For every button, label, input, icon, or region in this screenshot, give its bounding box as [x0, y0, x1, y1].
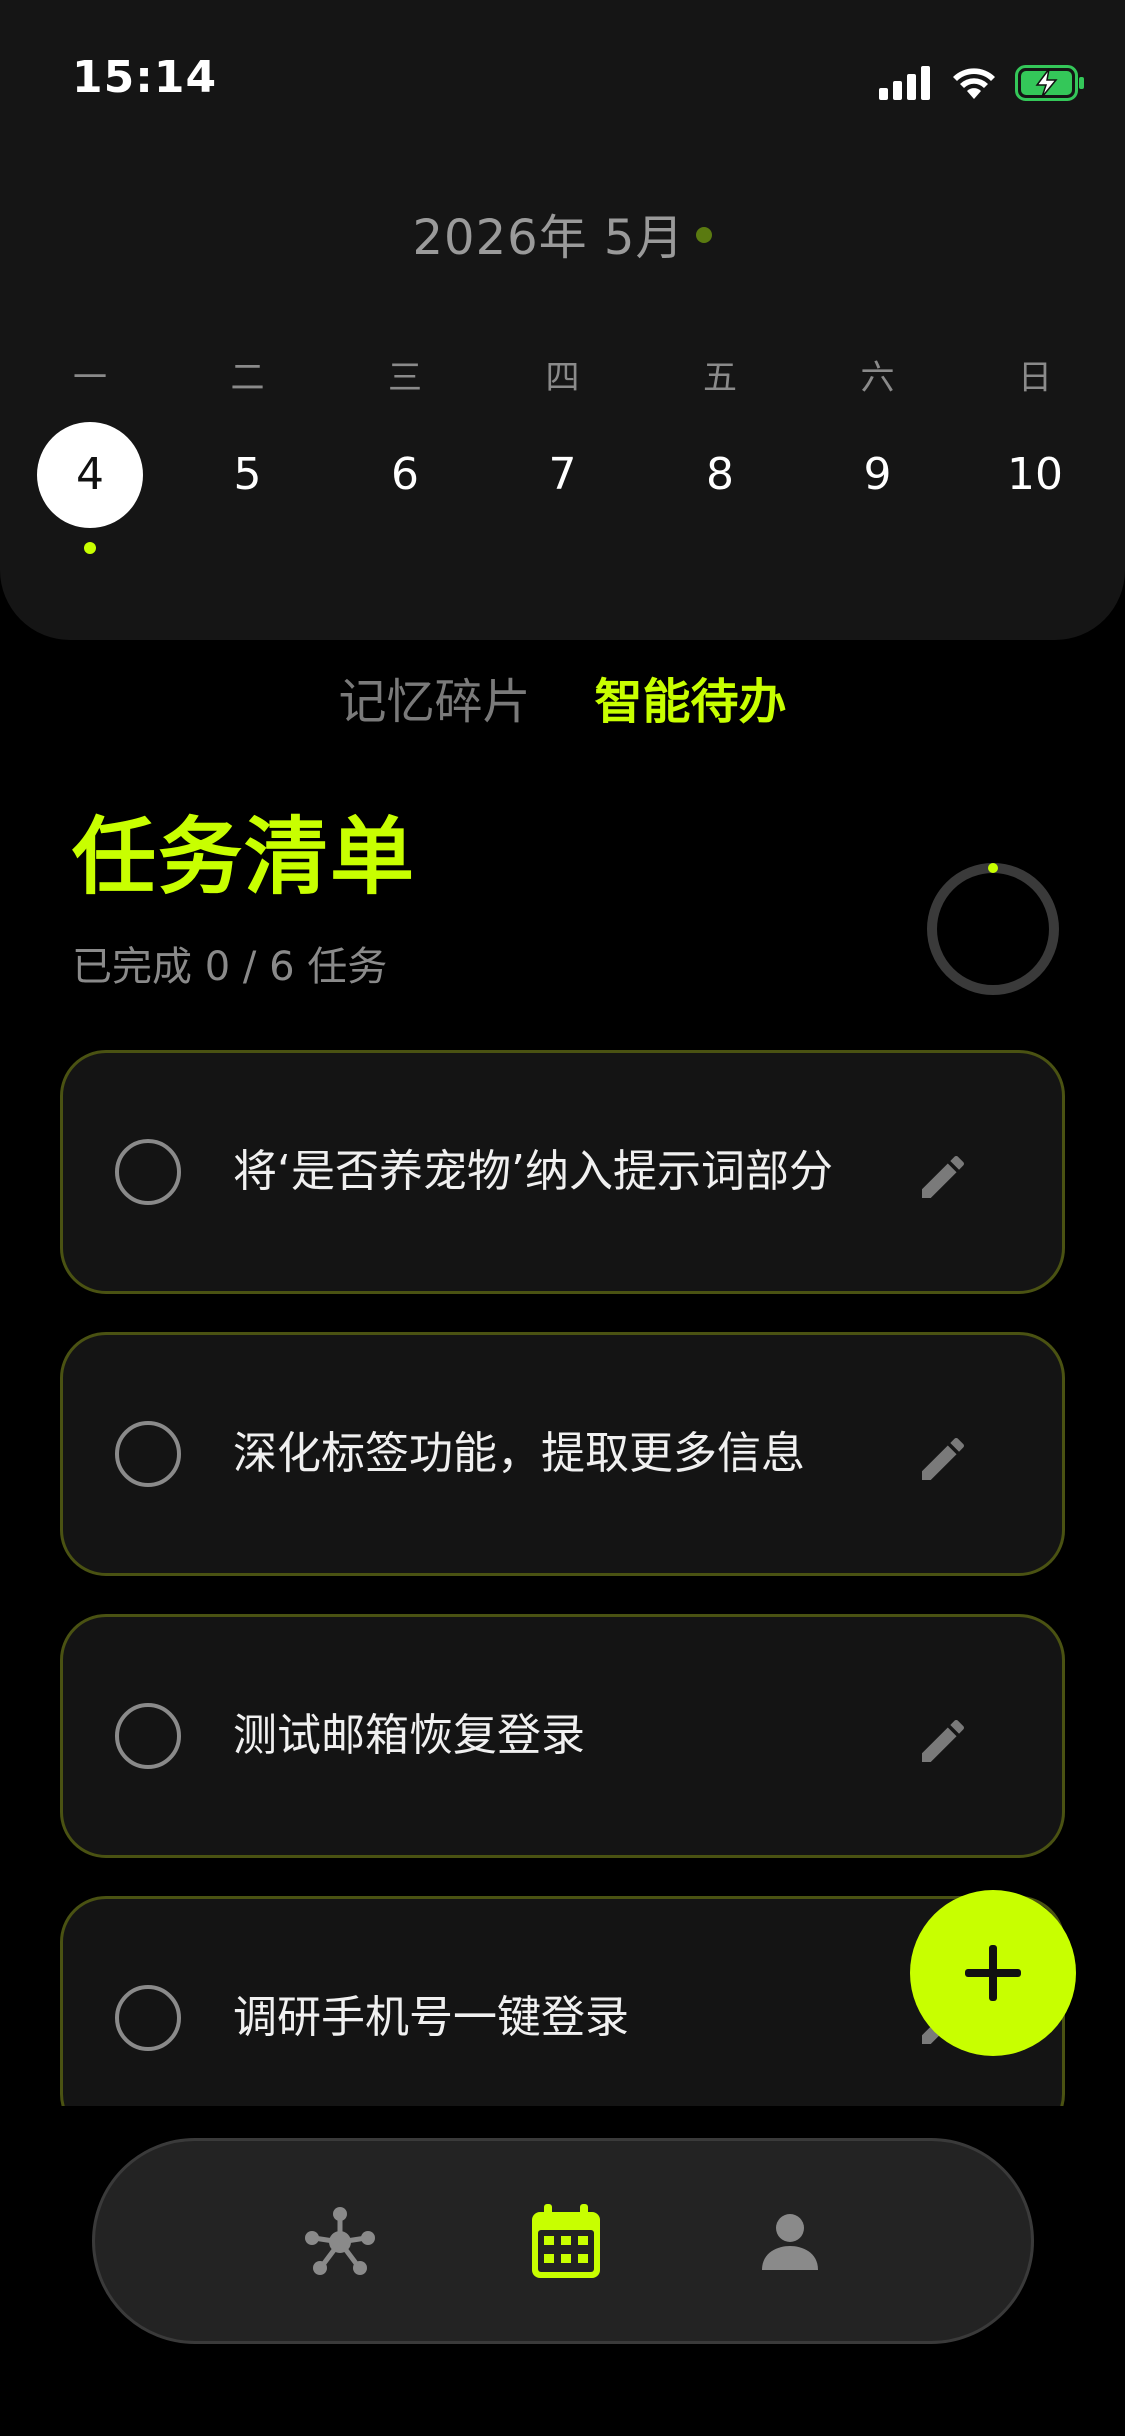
day-number: 7 — [548, 449, 577, 500]
network-icon — [305, 2207, 375, 2275]
task-text: 将‘是否养宠物’纳入提示词部分 — [233, 1146, 833, 1197]
edit-pencil-icon[interactable] — [915, 1149, 971, 1205]
today-dot — [84, 542, 96, 554]
day-number: 10 — [1007, 449, 1063, 500]
edit-pencil-icon[interactable] — [915, 1431, 971, 1487]
edit-pencil-icon[interactable] — [915, 1713, 971, 1769]
task-checkbox[interactable] — [115, 1421, 181, 1487]
weekday-label: 日 — [1018, 358, 1052, 398]
weekday-label: 四 — [545, 358, 580, 398]
status-icons — [879, 58, 1085, 108]
day-cell[interactable]: 5 — [178, 422, 318, 532]
day-cell[interactable]: 8 — [650, 422, 790, 532]
task-card[interactable]: 深化标签功能，提取更多信息 — [60, 1332, 1065, 1576]
task-text: 调研手机号一键登录 — [233, 1992, 629, 2043]
plus-icon — [965, 1945, 1021, 2001]
task-text: 测试邮箱恢复登录 — [233, 1710, 585, 1761]
bottom-nav — [92, 2138, 1034, 2344]
task-progress-text: 已完成 0 / 6 任务 — [72, 944, 388, 990]
tab-smart-todo[interactable]: 智能待办 — [595, 662, 787, 732]
day-row: 4 5 6 7 8 9 10 — [20, 422, 1105, 554]
wifi-icon — [953, 68, 995, 99]
task-checkbox[interactable] — [115, 1139, 181, 1205]
day-cell[interactable]: 7 — [493, 422, 633, 532]
day-number: 8 — [706, 449, 734, 500]
add-task-button[interactable] — [910, 1890, 1076, 2056]
day-number: 9 — [863, 449, 892, 500]
weekday-label: 一 — [73, 358, 107, 398]
weekday-label: 二 — [230, 358, 265, 398]
weekday-label: 三 — [388, 358, 422, 398]
status-time: 15:14 — [72, 52, 218, 103]
day-cell[interactable]: 9 — [808, 422, 948, 532]
person-icon — [762, 2214, 818, 2270]
day-cell[interactable]: 6 — [335, 422, 475, 532]
nav-item-profile[interactable] — [745, 2197, 835, 2287]
progress-ring — [927, 863, 1059, 995]
task-checkbox[interactable] — [115, 1703, 181, 1769]
content-tabs: 记忆碎片 智能待办 — [0, 662, 1125, 732]
task-card[interactable]: 将‘是否养宠物’纳入提示词部分 — [60, 1050, 1065, 1294]
weekday-label: 五 — [703, 358, 737, 398]
page-title: 任务清单 — [72, 808, 417, 906]
month-indicator-dot — [696, 227, 713, 243]
day-number: 6 — [391, 449, 419, 500]
day-number: 4 — [37, 422, 143, 528]
cellular-signal-icon — [879, 66, 930, 100]
task-checkbox[interactable] — [115, 1985, 181, 2051]
weekday-label: 六 — [860, 358, 895, 398]
month-title[interactable]: 2026年 5月 — [0, 198, 1125, 268]
weekday-row: 一 二 三 四 五 六 日 — [20, 350, 1105, 399]
tab-memory-fragments[interactable]: 记忆碎片 — [338, 662, 530, 732]
nav-item-calendar[interactable] — [521, 2197, 611, 2287]
task-card[interactable]: 测试邮箱恢复登录 — [60, 1614, 1065, 1858]
task-text: 深化标签功能，提取更多信息 — [233, 1428, 805, 1479]
month-label: 2026年 5月 — [412, 210, 685, 266]
status-bar: 15:14 — [0, 0, 1125, 150]
calendar-icon — [532, 2204, 600, 2278]
day-number: 5 — [233, 449, 262, 500]
nav-item-network[interactable] — [295, 2197, 385, 2287]
day-cell-selected[interactable]: 4 — [20, 422, 160, 554]
battery-charging-icon — [1015, 65, 1084, 101]
day-cell[interactable]: 10 — [965, 422, 1105, 532]
